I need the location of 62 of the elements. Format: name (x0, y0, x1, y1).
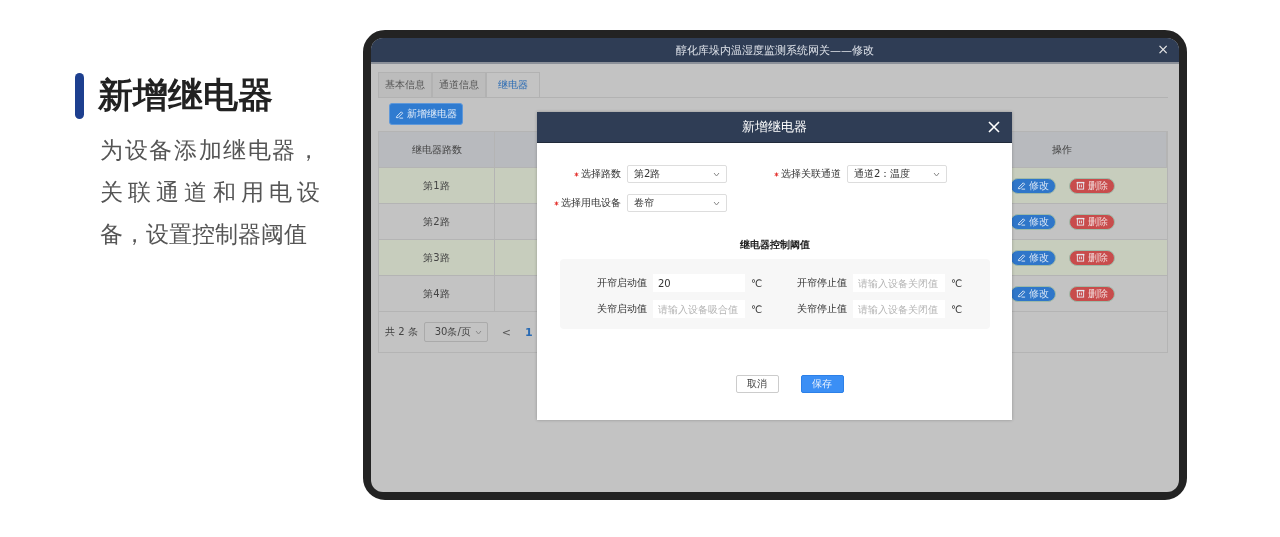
slide-description: 为设备添加继电器，关联通道和用电设备，设置控制器阈值 (100, 136, 320, 249)
pencil-icon (1016, 181, 1026, 190)
field-label: 选择路数 (581, 167, 621, 181)
input-field[interactable]: 请输入设备关闭值 (853, 300, 945, 318)
table-cell: 第4路 (379, 276, 495, 311)
input-field[interactable]: 20 (653, 274, 745, 292)
unit-label: ℃ (751, 277, 764, 289)
close-button[interactable]: × (1157, 41, 1169, 57)
table-cell: 第2路 (379, 204, 495, 239)
edit-button[interactable]: 修改 (1009, 285, 1056, 302)
edit-button[interactable]: 修改 (1009, 249, 1056, 266)
delete-button[interactable]: 删除 (1068, 177, 1115, 194)
tab[interactable]: 继电器 (486, 72, 540, 97)
close-icon[interactable] (988, 121, 1000, 133)
pencil-icon (1016, 289, 1026, 298)
pencil-icon (1016, 253, 1026, 262)
pencil-icon (1016, 217, 1026, 226)
delete-button[interactable]: 删除 (1068, 213, 1115, 230)
table-cell: 第3路 (379, 240, 495, 275)
trash-icon (1075, 289, 1085, 298)
chevron-down-icon (713, 171, 720, 177)
page-number[interactable]: 1 (520, 325, 537, 339)
delete-button[interactable]: 删除 (1068, 285, 1115, 302)
save-button[interactable]: 保存 (800, 375, 844, 393)
field-label: 关帘启动值 (597, 302, 647, 316)
input-field[interactable]: 请输入设备关闭值 (853, 274, 945, 292)
column-header: 继电器路数 (379, 132, 495, 167)
field-label: 关帘停止值 (797, 302, 847, 316)
chevron-down-icon (933, 171, 940, 177)
trash-icon (1075, 253, 1085, 262)
delete-button[interactable]: 删除 (1068, 249, 1115, 266)
unit-label: ℃ (951, 303, 964, 315)
cancel-button[interactable]: 取消 (735, 375, 779, 393)
field-label: 开帘启动值 (597, 276, 647, 290)
tab[interactable]: 通道信息 (432, 72, 486, 97)
window-title: 醇化库垛内温湿度监测系统网关——修改 (676, 42, 874, 58)
select-field[interactable]: 第2路 (627, 165, 727, 183)
edit-button[interactable]: 修改 (1009, 177, 1056, 194)
dialog-title: 新增继电器 (742, 118, 807, 136)
field-label: 选择用电设备 (561, 196, 621, 210)
field-label: 选择关联通道 (781, 167, 841, 181)
previous-page-button[interactable]: < (497, 325, 515, 339)
chevron-down-icon (474, 329, 482, 335)
table-cell: 第1路 (379, 168, 495, 203)
trash-icon (1075, 217, 1085, 226)
select-field[interactable]: 通道2：温度 (847, 165, 947, 183)
pencil-icon (395, 109, 404, 119)
select-field[interactable]: 卷帘 (627, 194, 727, 212)
trash-icon (1075, 181, 1085, 190)
field-label: 开帘停止值 (797, 276, 847, 290)
unit-label: ℃ (751, 303, 764, 315)
edit-button[interactable]: 修改 (1009, 213, 1056, 230)
input-field[interactable]: 请输入设备吸合值 (653, 300, 745, 318)
add-relay-button[interactable]: 新增继电器 (389, 103, 463, 125)
chevron-down-icon (713, 200, 720, 206)
unit-label: ℃ (951, 277, 964, 289)
total-count: 共 2 条 (385, 325, 418, 339)
page-size-select[interactable]: 30条/页 (423, 322, 488, 342)
accent-bar (75, 72, 84, 119)
section-title: 继电器控制阈值 (739, 238, 810, 252)
slide-title: 新增继电器 (98, 74, 273, 117)
tab[interactable]: 基本信息 (378, 72, 432, 97)
